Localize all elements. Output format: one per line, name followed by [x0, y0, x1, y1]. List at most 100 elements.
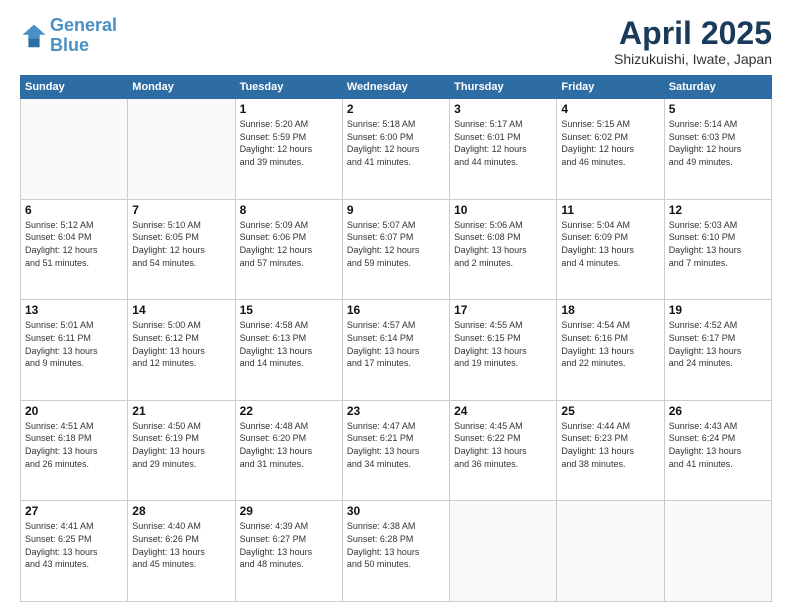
day-info: Sunrise: 5:06 AM Sunset: 6:08 PM Dayligh…: [454, 219, 552, 269]
day-number: 8: [240, 203, 338, 217]
calendar-cell: [450, 501, 557, 602]
calendar-cell: 11 Sunrise: 5:04 AM Sunset: 6:09 PM Dayli…: [557, 199, 664, 300]
weekday-header-monday: Monday: [128, 76, 235, 99]
day-info: Sunrise: 5:10 AM Sunset: 6:05 PM Dayligh…: [132, 219, 230, 269]
calendar-cell: 10 Sunrise: 5:06 AM Sunset: 6:08 PM Dayli…: [450, 199, 557, 300]
calendar-cell: 4 Sunrise: 5:15 AM Sunset: 6:02 PM Daylig…: [557, 99, 664, 200]
day-info: Sunrise: 5:01 AM Sunset: 6:11 PM Dayligh…: [25, 319, 123, 369]
weekday-header-thursday: Thursday: [450, 76, 557, 99]
day-info: Sunrise: 4:45 AM Sunset: 6:22 PM Dayligh…: [454, 420, 552, 470]
calendar-cell: 19Sunrise: 4:52 AM Sunset: 6:17 PM Dayli…: [664, 300, 771, 401]
day-info: Sunrise: 5:20 AM Sunset: 5:59 PM Dayligh…: [240, 118, 338, 168]
day-info: Sunrise: 4:41 AM Sunset: 6:25 PM Dayligh…: [25, 520, 123, 570]
logo: General Blue: [20, 16, 117, 56]
day-number: 7: [132, 203, 230, 217]
day-info: Sunrise: 5:17 AM Sunset: 6:01 PM Dayligh…: [454, 118, 552, 168]
calendar-cell: 2Sunrise: 5:18 AM Sunset: 6:00 PM Daylig…: [342, 99, 449, 200]
day-number: 30: [347, 504, 445, 518]
day-number: 18: [561, 303, 659, 317]
day-info: Sunrise: 5:04 AM Sunset: 6:09 PM Dayligh…: [561, 219, 659, 269]
calendar-cell: 16Sunrise: 4:57 AM Sunset: 6:14 PM Dayli…: [342, 300, 449, 401]
calendar-cell: 13 Sunrise: 5:01 AM Sunset: 6:11 PM Dayli…: [21, 300, 128, 401]
day-info: Sunrise: 5:03 AM Sunset: 6:10 PM Dayligh…: [669, 219, 767, 269]
day-info: Sunrise: 4:40 AM Sunset: 6:26 PM Dayligh…: [132, 520, 230, 570]
day-number: 15: [240, 303, 338, 317]
calendar-cell: 6 Sunrise: 5:12 AM Sunset: 6:04 PM Daylig…: [21, 199, 128, 300]
day-info: Sunrise: 4:44 AM Sunset: 6:23 PM Dayligh…: [561, 420, 659, 470]
day-number: 3: [454, 102, 552, 116]
day-number: 17: [454, 303, 552, 317]
day-info: Sunrise: 4:50 AM Sunset: 6:19 PM Dayligh…: [132, 420, 230, 470]
calendar-cell: 21 Sunrise: 4:50 AM Sunset: 6:19 PM Dayli…: [128, 400, 235, 501]
day-info: Sunrise: 5:09 AM Sunset: 6:06 PM Dayligh…: [240, 219, 338, 269]
location-subtitle: Shizukuishi, Iwate, Japan: [614, 51, 772, 67]
day-info: Sunrise: 4:57 AM Sunset: 6:14 PM Dayligh…: [347, 319, 445, 369]
day-number: 25: [561, 404, 659, 418]
calendar-cell: 9 Sunrise: 5:07 AM Sunset: 6:07 PM Daylig…: [342, 199, 449, 300]
week-row-4: 20 Sunrise: 4:51 AM Sunset: 6:18 PM Dayli…: [21, 400, 772, 501]
calendar-cell: [21, 99, 128, 200]
day-info: Sunrise: 5:07 AM Sunset: 6:07 PM Dayligh…: [347, 219, 445, 269]
day-info: Sunrise: 5:12 AM Sunset: 6:04 PM Dayligh…: [25, 219, 123, 269]
day-number: 6: [25, 203, 123, 217]
calendar-cell: 26Sunrise: 4:43 AM Sunset: 6:24 PM Dayli…: [664, 400, 771, 501]
calendar-cell: 1 Sunrise: 5:20 AM Sunset: 5:59 PM Daylig…: [235, 99, 342, 200]
calendar-cell: 23 Sunrise: 4:47 AM Sunset: 6:21 PM Dayli…: [342, 400, 449, 501]
day-info: Sunrise: 5:18 AM Sunset: 6:00 PM Dayligh…: [347, 118, 445, 168]
day-info: Sunrise: 4:43 AM Sunset: 6:24 PM Dayligh…: [669, 420, 767, 470]
day-number: 24: [454, 404, 552, 418]
day-number: 5: [669, 102, 767, 116]
calendar-cell: [128, 99, 235, 200]
day-number: 9: [347, 203, 445, 217]
weekday-header-wednesday: Wednesday: [342, 76, 449, 99]
day-number: 27: [25, 504, 123, 518]
day-info: Sunrise: 5:14 AM Sunset: 6:03 PM Dayligh…: [669, 118, 767, 168]
day-info: Sunrise: 4:48 AM Sunset: 6:20 PM Dayligh…: [240, 420, 338, 470]
day-number: 4: [561, 102, 659, 116]
logo-text: General Blue: [50, 16, 117, 56]
day-number: 11: [561, 203, 659, 217]
day-number: 21: [132, 404, 230, 418]
calendar-cell: 20 Sunrise: 4:51 AM Sunset: 6:18 PM Dayli…: [21, 400, 128, 501]
week-row-2: 6 Sunrise: 5:12 AM Sunset: 6:04 PM Daylig…: [21, 199, 772, 300]
day-number: 14: [132, 303, 230, 317]
day-number: 13: [25, 303, 123, 317]
logo-line2: Blue: [50, 35, 89, 55]
day-number: 19: [669, 303, 767, 317]
day-number: 1: [240, 102, 338, 116]
day-info: Sunrise: 4:38 AM Sunset: 6:28 PM Dayligh…: [347, 520, 445, 570]
day-info: Sunrise: 5:15 AM Sunset: 6:02 PM Dayligh…: [561, 118, 659, 168]
day-info: Sunrise: 4:55 AM Sunset: 6:15 PM Dayligh…: [454, 319, 552, 369]
day-number: 23: [347, 404, 445, 418]
day-info: Sunrise: 4:51 AM Sunset: 6:18 PM Dayligh…: [25, 420, 123, 470]
day-info: Sunrise: 5:00 AM Sunset: 6:12 PM Dayligh…: [132, 319, 230, 369]
day-number: 12: [669, 203, 767, 217]
calendar-cell: 30 Sunrise: 4:38 AM Sunset: 6:28 PM Dayli…: [342, 501, 449, 602]
weekday-header-tuesday: Tuesday: [235, 76, 342, 99]
calendar-cell: 8 Sunrise: 5:09 AM Sunset: 6:06 PM Daylig…: [235, 199, 342, 300]
calendar-cell: [664, 501, 771, 602]
calendar-cell: 17 Sunrise: 4:55 AM Sunset: 6:15 PM Dayli…: [450, 300, 557, 401]
calendar-cell: 22 Sunrise: 4:48 AM Sunset: 6:20 PM Dayli…: [235, 400, 342, 501]
weekday-header-row: SundayMondayTuesdayWednesdayThursdayFrid…: [21, 76, 772, 99]
weekday-header-friday: Friday: [557, 76, 664, 99]
calendar-cell: 14 Sunrise: 5:00 AM Sunset: 6:12 PM Dayli…: [128, 300, 235, 401]
day-number: 22: [240, 404, 338, 418]
day-info: Sunrise: 4:58 AM Sunset: 6:13 PM Dayligh…: [240, 319, 338, 369]
day-number: 10: [454, 203, 552, 217]
day-info: Sunrise: 4:39 AM Sunset: 6:27 PM Dayligh…: [240, 520, 338, 570]
day-info: Sunrise: 4:47 AM Sunset: 6:21 PM Dayligh…: [347, 420, 445, 470]
weekday-header-saturday: Saturday: [664, 76, 771, 99]
day-number: 20: [25, 404, 123, 418]
logo-line1: General: [50, 15, 117, 35]
calendar-cell: 24 Sunrise: 4:45 AM Sunset: 6:22 PM Dayli…: [450, 400, 557, 501]
day-number: 29: [240, 504, 338, 518]
calendar-cell: 27 Sunrise: 4:41 AM Sunset: 6:25 PM Dayli…: [21, 501, 128, 602]
day-info: Sunrise: 4:54 AM Sunset: 6:16 PM Dayligh…: [561, 319, 659, 369]
calendar-cell: 25 Sunrise: 4:44 AM Sunset: 6:23 PM Dayli…: [557, 400, 664, 501]
logo-icon: [20, 22, 48, 50]
month-title: April 2025: [614, 16, 772, 51]
calendar-cell: 3 Sunrise: 5:17 AM Sunset: 6:01 PM Daylig…: [450, 99, 557, 200]
calendar-cell: 18 Sunrise: 4:54 AM Sunset: 6:16 PM Dayli…: [557, 300, 664, 401]
calendar-cell: 5 Sunrise: 5:14 AM Sunset: 6:03 PM Daylig…: [664, 99, 771, 200]
